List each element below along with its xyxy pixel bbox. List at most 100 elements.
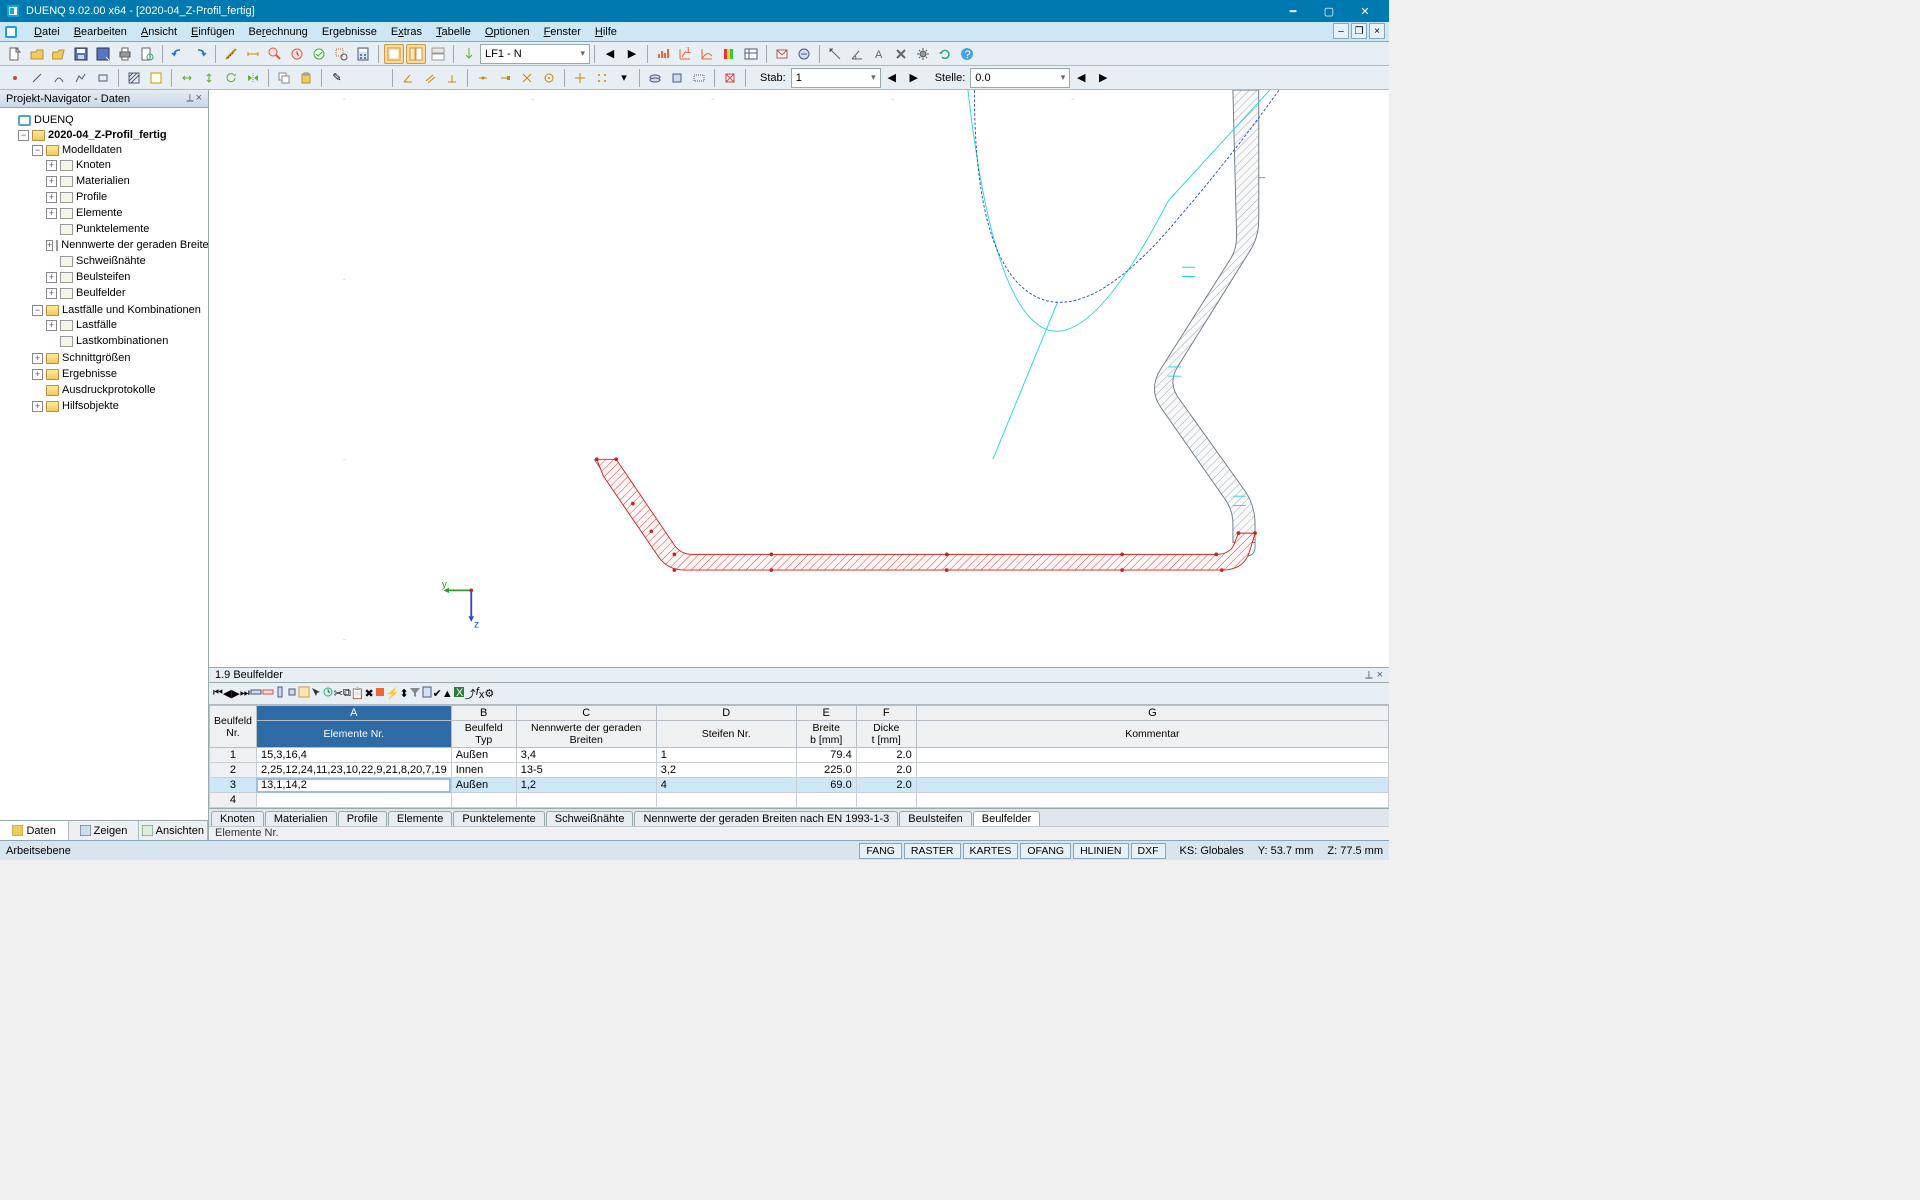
status-dxf[interactable]: DXF	[1131, 843, 1166, 859]
tool-gear-button[interactable]	[913, 44, 933, 64]
undo-button[interactable]	[168, 44, 188, 64]
status-kartes[interactable]: KARTES	[963, 843, 1019, 859]
tb-cut-button[interactable]: ✂	[334, 687, 343, 700]
history-button[interactable]	[49, 44, 69, 64]
tb-fill-button[interactable]	[374, 686, 386, 701]
mdi-close-button[interactable]: ×	[1369, 23, 1385, 39]
module-b-button[interactable]	[794, 44, 814, 64]
tool-angle-button[interactable]	[847, 44, 867, 64]
lc-next-button[interactable]: ▶	[622, 44, 642, 64]
snap-perp-button[interactable]	[442, 68, 462, 88]
model-viewport[interactable]: y z	[209, 90, 1389, 667]
node-button[interactable]	[5, 68, 25, 88]
results-scale-button[interactable]: 1	[675, 44, 695, 64]
snap-mid-button[interactable]	[473, 68, 493, 88]
copy-special-button[interactable]	[274, 68, 294, 88]
measure-button[interactable]	[221, 44, 241, 64]
rect-button[interactable]	[93, 68, 113, 88]
tool-refresh-button[interactable]	[935, 44, 955, 64]
tb-settings-button[interactable]: ⚙	[484, 687, 494, 700]
menu-bearbeiten[interactable]: Bearbeiten	[68, 24, 133, 40]
view-b-button[interactable]	[406, 44, 426, 64]
view-a-button[interactable]	[384, 44, 404, 64]
stelle-combo[interactable]: 0.0▾	[970, 68, 1070, 88]
stelle-next-button[interactable]: ▶	[1093, 68, 1113, 88]
view-c-button[interactable]	[428, 44, 448, 64]
nav-tab-ansichten[interactable]: Ansichten	[139, 821, 208, 840]
tb-cell-button[interactable]	[286, 686, 298, 701]
check-button[interactable]	[309, 44, 329, 64]
tab-beulfelder[interactable]: Beulfelder	[973, 811, 1041, 826]
tool-cross-button[interactable]	[891, 44, 911, 64]
table-row[interactable]: 22,25,12,24,11,23,10,22,9,21,8,20,7,19In…	[210, 763, 1389, 778]
menu-tabelle[interactable]: Tabelle	[430, 24, 477, 40]
expand-icon[interactable]: −	[18, 130, 29, 141]
menu-hilfe[interactable]: Hilfe	[589, 24, 623, 40]
lc-prev-button[interactable]: ◀	[600, 44, 620, 64]
tb-first-button[interactable]: ⏮	[213, 687, 223, 700]
new-button[interactable]	[5, 44, 25, 64]
tb-error-button[interactable]: ▲	[442, 688, 453, 700]
layer-c-button[interactable]	[689, 68, 709, 88]
tb-highlight-button[interactable]	[298, 686, 310, 701]
loadcase-combo[interactable]: LF1 - N▾	[480, 44, 590, 64]
snap-int-button[interactable]	[517, 68, 537, 88]
maximize-button[interactable]: ▢	[1311, 0, 1347, 22]
stab-next-button[interactable]: ▶	[904, 68, 924, 88]
table-row[interactable]: 115,3,16,4Außen3,4179.42.0	[210, 748, 1389, 763]
tb-next-button[interactable]: ▶	[231, 687, 239, 700]
flip-h-button[interactable]	[177, 68, 197, 88]
mdi-restore-button[interactable]: ❐	[1351, 23, 1367, 39]
menu-fenster[interactable]: Fenster	[538, 24, 587, 40]
hatch-b-button[interactable]	[146, 68, 166, 88]
panel-pin-button[interactable]: ⟂	[1365, 669, 1372, 682]
snap-center-button[interactable]	[539, 68, 559, 88]
clipboard-button[interactable]	[296, 68, 316, 88]
layer-a-button[interactable]	[645, 68, 665, 88]
menu-optionen[interactable]: Optionen	[479, 24, 536, 40]
module-a-button[interactable]	[772, 44, 792, 64]
goto-button[interactable]	[287, 44, 307, 64]
tab-beulsteifen[interactable]: Beulsteifen	[899, 811, 971, 826]
results-color-button[interactable]	[719, 44, 739, 64]
tb-row-insert-button[interactable]	[250, 686, 262, 701]
tab-schweissnaehte[interactable]: Schweißnähte	[546, 811, 634, 826]
filter-button[interactable]	[720, 68, 740, 88]
tab-materialien[interactable]: Materialien	[265, 811, 337, 826]
flip-v-button[interactable]	[199, 68, 219, 88]
data-table[interactable]: BeulfeldNr. A B C D E F G Elemente Nr. B…	[209, 705, 1389, 808]
mdi-minimize-button[interactable]: ‒	[1333, 23, 1349, 39]
open-button[interactable]	[27, 44, 47, 64]
save-as-button[interactable]	[93, 44, 113, 64]
help-button[interactable]: ?	[957, 44, 977, 64]
stab-prev-button[interactable]: ◀	[882, 68, 902, 88]
tb-paste-button[interactable]: 📋	[351, 687, 365, 700]
grid-array-button[interactable]	[592, 68, 612, 88]
tb-last-button[interactable]: ⏭	[240, 687, 250, 700]
nav-tab-zeigen[interactable]: Zeigen	[69, 821, 138, 840]
edit-toolbar-button[interactable]: ✎	[327, 68, 347, 88]
tab-nennwerte[interactable]: Nennwerte der geraden Breiten nach EN 19…	[634, 811, 898, 826]
tb-copy-button[interactable]: ⧉	[343, 687, 351, 700]
menu-berechnung[interactable]: Berechnung	[242, 24, 313, 40]
tab-punktelemente[interactable]: Punktelemente	[453, 811, 544, 826]
tb-col-button[interactable]	[274, 686, 286, 701]
results-table-button[interactable]	[741, 44, 761, 64]
tb-generate-button[interactable]: ⚡	[386, 687, 400, 700]
table-row[interactable]: 313,1,14,2Außen1,2469.02.0	[210, 778, 1389, 793]
tb-excel-button[interactable]: X	[453, 686, 465, 701]
menu-ergebnisse[interactable]: Ergebnisse	[316, 24, 383, 40]
results-toggle-button[interactable]	[653, 44, 673, 64]
tab-knoten[interactable]: Knoten	[211, 811, 264, 826]
grid-move-button[interactable]	[570, 68, 590, 88]
find-button[interactable]	[265, 44, 285, 64]
navigator-tree[interactable]: DUENQ −2020-04_Z-Profil_fertig −Modellda…	[0, 108, 208, 820]
snap-angle-button[interactable]	[398, 68, 418, 88]
stab-combo[interactable]: 1▾	[791, 68, 881, 88]
arc-button[interactable]	[49, 68, 69, 88]
tab-elemente[interactable]: Elemente	[388, 811, 452, 826]
table-row[interactable]: 4	[210, 793, 1389, 808]
save-button[interactable]	[71, 44, 91, 64]
status-ofang[interactable]: OFANG	[1020, 843, 1071, 859]
navigator-pin-button[interactable]: ⟂	[186, 92, 193, 105]
